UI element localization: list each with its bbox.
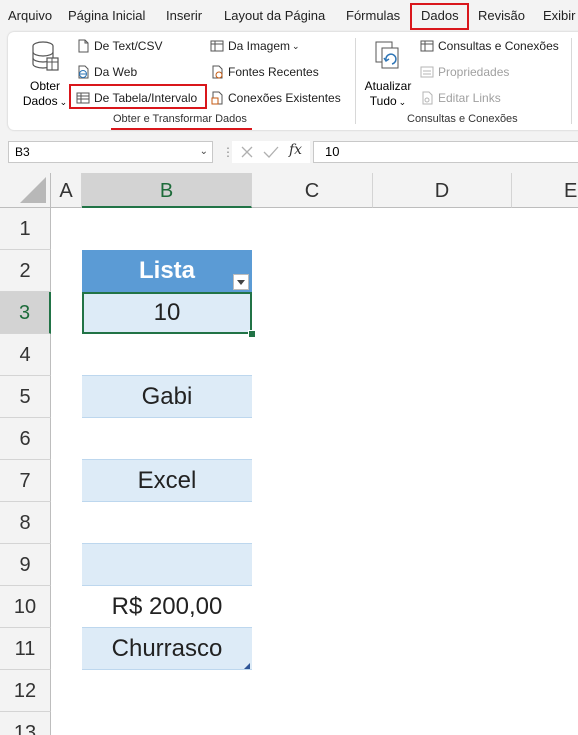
database-icon <box>32 41 59 71</box>
queries-connections-button[interactable]: Consultas e Conexões <box>420 39 559 53</box>
from-web-button[interactable]: Da Web <box>76 65 137 79</box>
chevron-down-icon: ⌄ <box>292 40 300 51</box>
picture-table-icon <box>210 40 224 52</box>
refresh-icon <box>375 41 399 69</box>
fill-handle[interactable] <box>248 330 256 338</box>
chevron-down-icon: ⌄ <box>59 97 68 107</box>
tab-revisao[interactable]: Revisão <box>478 0 525 32</box>
tab-exibir[interactable]: Exibir <box>543 0 576 32</box>
get-data-label-row: Dados ⌄ <box>20 94 70 110</box>
formula-input[interactable]: 10 <box>313 141 578 163</box>
table-cell-b11[interactable]: Churrasco <box>82 628 252 670</box>
formula-bar: B3 ⌄ ⋮ fx 10 <box>0 133 578 173</box>
select-all-button[interactable] <box>0 173 51 208</box>
row-header-9[interactable]: 9 <box>0 544 51 586</box>
table-cell-b10[interactable]: R$ 200,00 <box>82 586 252 628</box>
edit-links-button[interactable]: Editar Links <box>420 91 501 105</box>
row-header-13[interactable]: 13 <box>0 712 51 735</box>
existing-connections-button[interactable]: Conexões Existentes <box>210 91 341 105</box>
table-cell-b7[interactable]: Excel <box>82 460 252 502</box>
insert-function-icon[interactable]: fx <box>289 142 302 158</box>
row-header-1[interactable]: 1 <box>0 208 51 250</box>
recent-sources-icon <box>212 65 223 79</box>
from-text-csv-button[interactable]: De Text/CSV <box>76 39 162 53</box>
table-cell-b5[interactable]: Gabi <box>82 376 252 418</box>
group-label-get-transform: Obter e Transformar Dados <box>113 113 247 125</box>
tab-inserir[interactable]: Inserir <box>166 0 202 32</box>
table-cell-b6[interactable] <box>82 418 252 460</box>
from-web-label: Da Web <box>94 65 138 79</box>
column-header-d[interactable]: D <box>373 173 512 208</box>
row-header-3[interactable]: 3 <box>0 292 51 334</box>
spreadsheet-grid: A B C D E 1 2 3 4 5 6 7 8 9 10 11 12 13 … <box>0 173 578 735</box>
column-header-e[interactable]: E <box>512 173 578 208</box>
tab-pagina-inicial[interactable]: Página Inicial <box>68 0 145 32</box>
group-separator-2 <box>571 38 572 124</box>
tab-dados-highlight <box>410 3 469 30</box>
properties-icon <box>420 66 434 78</box>
column-header-c[interactable]: C <box>252 173 373 208</box>
row-header-5[interactable]: 5 <box>0 376 51 418</box>
row-header-6[interactable]: 6 <box>0 418 51 460</box>
web-icon <box>78 65 89 79</box>
properties-label: Propriedades <box>438 65 510 79</box>
row-header-4[interactable]: 4 <box>0 334 51 376</box>
tab-arquivo[interactable]: Arquivo <box>8 0 52 32</box>
ribbon: Obter Dados ⌄ De Text/CSV Da Web De Tabel… <box>0 32 578 133</box>
from-picture-button[interactable]: Da Imagem ⌄ <box>210 39 300 53</box>
row-header-8[interactable]: 8 <box>0 502 51 544</box>
formula-bar-grip-icon[interactable]: ⋮ <box>222 142 234 162</box>
table-resize-handle[interactable] <box>244 663 250 669</box>
get-data-label-1: Obter <box>29 79 60 93</box>
table-header-label: Lista <box>138 257 195 284</box>
table-cell-b3[interactable]: 10 <box>82 292 252 334</box>
chevron-down-icon: ⌄ <box>398 97 407 107</box>
table-cell-b4[interactable] <box>82 334 252 376</box>
row-header-11[interactable]: 11 <box>0 628 51 670</box>
from-picture-label: Da Imagem <box>228 39 291 53</box>
group-label-underline <box>111 128 252 130</box>
recent-sources-button[interactable]: Fontes Recentes <box>210 65 319 79</box>
queries-panel-icon <box>420 40 434 52</box>
cancel-icon[interactable] <box>240 145 254 159</box>
ribbon-panel: Obter Dados ⌄ De Text/CSV Da Web De Tabel… <box>8 32 578 130</box>
edit-links-icon <box>422 91 433 105</box>
edit-links-label: Editar Links <box>438 91 501 105</box>
enter-check-icon[interactable] <box>263 145 279 159</box>
name-box-value: B3 <box>15 145 30 159</box>
filter-dropdown-button[interactable] <box>233 274 249 290</box>
table-cell-b8[interactable] <box>82 502 252 544</box>
existing-connections-icon <box>211 91 223 105</box>
existing-connections-label: Conexões Existentes <box>228 91 341 105</box>
document-icon <box>78 39 89 53</box>
table-header-cell[interactable]: Lista <box>82 250 252 292</box>
queries-connections-label: Consultas e Conexões <box>438 39 559 53</box>
menu-bar: Arquivo Página Inicial Inserir Layout da… <box>0 0 578 32</box>
get-data-button[interactable]: Obter Dados ⌄ <box>20 38 70 108</box>
refresh-all-button[interactable]: Atualizar Tudo ⌄ <box>360 38 416 108</box>
column-header-a[interactable]: A <box>51 173 82 208</box>
column-header-b[interactable]: B <box>82 173 252 208</box>
recent-sources-label: Fontes Recentes <box>228 65 319 79</box>
from-table-range-highlight <box>69 84 207 109</box>
group-label-queries: Consultas e Conexões <box>407 113 518 125</box>
row-header-7[interactable]: 7 <box>0 460 51 502</box>
refresh-all-label-2: Tudo <box>369 94 397 108</box>
row-header-10[interactable]: 10 <box>0 586 51 628</box>
formula-buttons: fx <box>232 141 310 163</box>
table-cell-b9[interactable] <box>82 544 252 586</box>
properties-button[interactable]: Propriedades <box>420 65 509 79</box>
row-header-2[interactable]: 2 <box>0 250 51 292</box>
group-separator <box>355 38 356 124</box>
from-text-csv-label: De Text/CSV <box>94 39 163 53</box>
name-box[interactable]: B3 ⌄ <box>8 141 213 163</box>
get-data-label-2: Dados <box>22 94 58 108</box>
tab-formulas[interactable]: Fórmulas <box>346 0 400 32</box>
select-all-triangle-icon <box>20 177 46 203</box>
refresh-all-label-1: Atualizar <box>364 79 412 93</box>
tab-layout-da-pagina[interactable]: Layout da Página <box>224 0 325 32</box>
chevron-down-icon[interactable]: ⌄ <box>200 142 208 162</box>
refresh-all-label-row: Tudo ⌄ <box>360 94 416 110</box>
row-header-12[interactable]: 12 <box>0 670 51 712</box>
